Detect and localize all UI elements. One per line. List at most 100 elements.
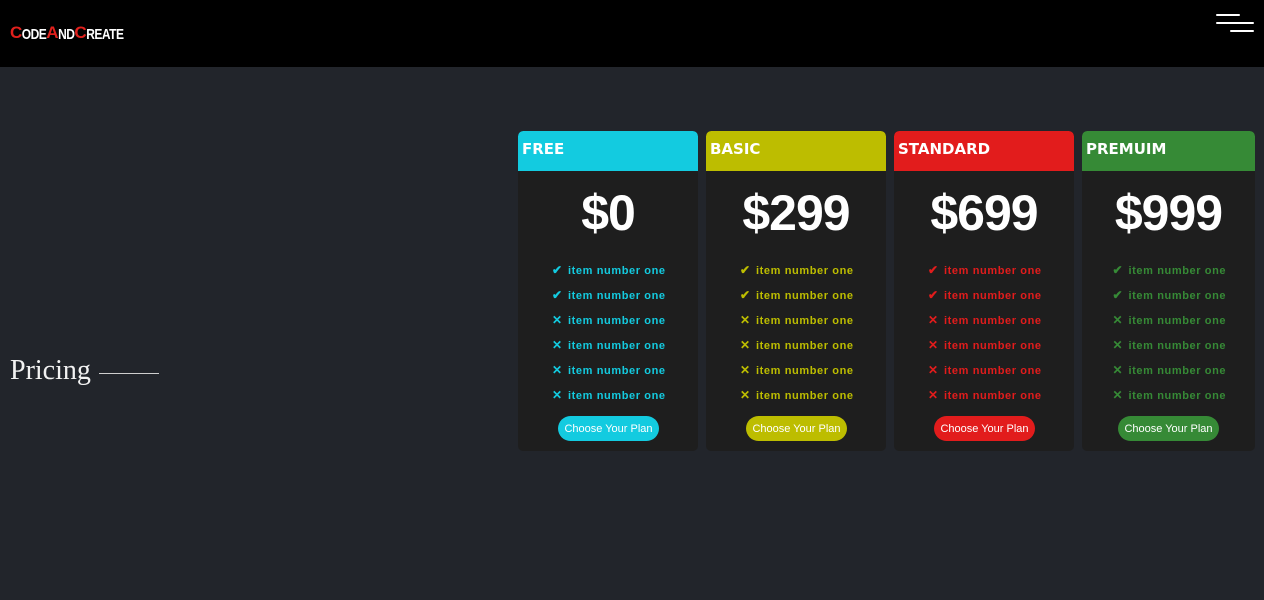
feature-item: ✕ item number one [518, 313, 698, 338]
plan-name: STANDARD [894, 131, 1074, 171]
heading-divider [98, 372, 159, 374]
logo-letters: ODE [21, 25, 47, 43]
plan-price: $0 [581, 185, 636, 241]
feature-item: ✕ item number one [894, 338, 1074, 363]
cross-icon: ✕ [552, 313, 563, 327]
feature-item: ✕ item number one [706, 388, 886, 413]
feature-list: ✔ item number one ✔ item number one ✕ item… [1082, 263, 1255, 413]
feature-text: item number one [568, 265, 666, 277]
plan-name: FREE [518, 131, 698, 171]
cross-icon: ✕ [928, 313, 939, 327]
cross-icon: ✕ [928, 363, 939, 377]
feature-text: item number one [944, 365, 1042, 377]
feature-item: ✕ item number one [706, 363, 886, 388]
feature-text: item number one [756, 390, 854, 402]
cross-icon: ✕ [740, 338, 751, 352]
plan-name: PREMUIM [1082, 131, 1255, 171]
navbar: C ODE A ND C REATE [0, 0, 1264, 67]
feature-text: item number one [756, 315, 854, 327]
cross-icon: ✕ [740, 313, 751, 327]
choose-plan-button[interactable]: Choose Your Plan [558, 416, 659, 441]
feature-text: item number one [944, 265, 1042, 277]
feature-item: ✕ item number one [518, 363, 698, 388]
feature-item: ✕ item number one [706, 313, 886, 338]
feature-text: item number one [1128, 265, 1227, 277]
logo-letters: ND [58, 25, 75, 43]
cross-icon: ✕ [740, 363, 751, 377]
check-icon: ✔ [552, 288, 563, 302]
feature-item: ✔ item number one [894, 288, 1074, 313]
feature-item: ✕ item number one [894, 313, 1074, 338]
cross-icon: ✕ [1112, 388, 1124, 402]
logo-letter: C [74, 23, 87, 42]
feature-text: item number one [568, 340, 666, 352]
section-title: Pricing [10, 355, 91, 386]
cross-icon: ✕ [552, 388, 563, 402]
feature-item: ✕ item number one [894, 388, 1074, 413]
logo-letters: REATE [86, 25, 124, 43]
check-icon: ✔ [740, 263, 751, 277]
cross-icon: ✕ [552, 363, 563, 377]
check-icon: ✔ [1112, 263, 1124, 277]
cross-icon: ✕ [1112, 313, 1124, 327]
feature-text: item number one [756, 265, 854, 277]
feature-item: ✔ item number one [706, 263, 886, 288]
feature-text: item number one [756, 340, 854, 352]
logo-letter: C [10, 23, 22, 42]
feature-item: ✔ item number one [1082, 263, 1255, 288]
cross-icon: ✕ [928, 388, 939, 402]
feature-text: item number one [1128, 340, 1227, 352]
feature-list: ✔ item number one ✔ item number one ✕ item… [894, 263, 1074, 413]
feature-text: item number one [944, 390, 1042, 402]
choose-plan-button[interactable]: Choose Your Plan [1118, 416, 1219, 441]
section-heading: Pricing [10, 355, 159, 387]
feature-item: ✕ item number one [1082, 313, 1255, 338]
check-icon: ✔ [1112, 288, 1124, 302]
check-icon: ✔ [928, 288, 939, 302]
feature-text: item number one [1128, 365, 1227, 377]
plan-price: $699 [930, 185, 1038, 241]
cross-icon: ✕ [1112, 363, 1124, 377]
check-icon: ✔ [740, 288, 751, 302]
pricing-card-premuim: PREMUIM $999 ✔ item number one ✔ item numbe… [1082, 131, 1255, 451]
feature-item: ✔ item number one [1082, 288, 1255, 313]
cross-icon: ✕ [928, 338, 939, 352]
cross-icon: ✕ [552, 338, 563, 352]
feature-text: item number one [568, 315, 666, 327]
feature-item: ✔ item number one [518, 263, 698, 288]
feature-text: item number one [568, 290, 666, 302]
feature-item: ✕ item number one [518, 388, 698, 413]
feature-text: item number one [568, 390, 666, 402]
brand-logo[interactable]: C ODE A ND C REATE [10, 23, 124, 43]
plan-price: $999 [1114, 185, 1223, 241]
feature-text: item number one [1128, 315, 1227, 327]
feature-item: ✕ item number one [1082, 363, 1255, 388]
feature-item: ✕ item number one [1082, 338, 1255, 363]
pricing-card-free: FREE $0 ✔ item number one ✔ item number one… [518, 131, 698, 451]
feature-text: item number one [944, 315, 1042, 327]
feature-text: item number one [944, 290, 1042, 302]
check-icon: ✔ [928, 263, 939, 277]
logo-letter: A [46, 23, 59, 42]
plan-name: BASIC [706, 131, 886, 171]
feature-text: item number one [1128, 390, 1227, 402]
cross-icon: ✕ [1112, 338, 1124, 352]
check-icon: ✔ [552, 263, 563, 277]
choose-plan-button[interactable]: Choose Your Plan [746, 416, 847, 441]
feature-text: item number one [1128, 290, 1227, 302]
feature-item: ✕ item number one [1082, 388, 1255, 413]
cross-icon: ✕ [740, 388, 751, 402]
feature-item: ✕ item number one [894, 363, 1074, 388]
feature-text: item number one [944, 340, 1042, 352]
feature-list: ✔ item number one ✔ item number one ✕ item… [706, 263, 886, 413]
choose-plan-button[interactable]: Choose Your Plan [934, 416, 1035, 441]
feature-item: ✔ item number one [706, 288, 886, 313]
feature-item: ✕ item number one [706, 338, 886, 363]
feature-text: item number one [756, 365, 854, 377]
feature-item: ✔ item number one [518, 288, 698, 313]
pricing-card-standard: STANDARD $699 ✔ item number one ✔ item numb… [894, 131, 1074, 451]
pricing-card-basic: BASIC $299 ✔ item number one ✔ item number … [706, 131, 886, 451]
hamburger-menu-icon[interactable] [1214, 14, 1256, 40]
feature-text: item number one [756, 290, 854, 302]
feature-item: ✔ item number one [894, 263, 1074, 288]
